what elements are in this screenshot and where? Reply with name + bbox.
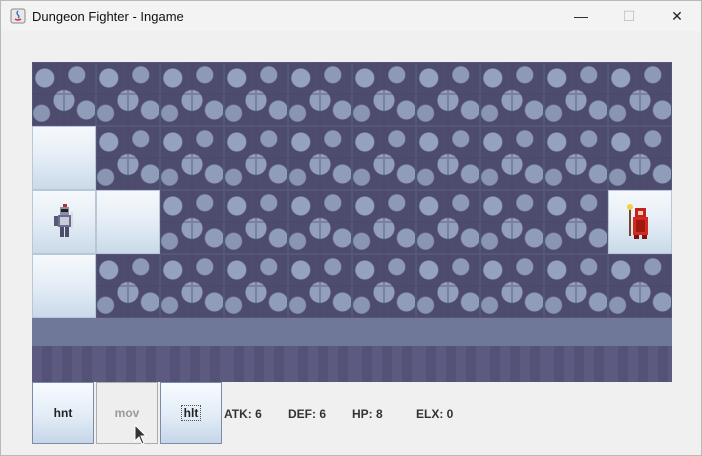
stone-tile [608, 126, 672, 190]
minimize-icon: — [574, 8, 588, 24]
stone-tile [160, 126, 224, 190]
stone-tile [544, 62, 608, 126]
elx-stat: ELX: 0 [416, 407, 454, 421]
stone-tile [96, 62, 160, 126]
wall-tile [288, 318, 352, 382]
floor-tile[interactable] [96, 190, 160, 254]
wall-tile [96, 318, 160, 382]
hp-stat: HP: 8 [352, 407, 383, 421]
wall-tile [608, 318, 672, 382]
stone-tile [160, 190, 224, 254]
close-icon: ✕ [671, 7, 683, 24]
stone-tile [352, 190, 416, 254]
maximize-button[interactable]: ☐ [605, 1, 653, 31]
stone-tile [224, 126, 288, 190]
stone-tile [96, 254, 160, 318]
stone-tile [32, 62, 96, 126]
wall-tile [416, 318, 480, 382]
stone-tile [352, 126, 416, 190]
stone-tile [480, 190, 544, 254]
wall-tile [352, 318, 416, 382]
wall-tile [544, 318, 608, 382]
stone-tile [480, 62, 544, 126]
halt-button[interactable]: hlt [160, 382, 222, 444]
floor-tile[interactable] [608, 190, 672, 254]
stone-tile [480, 126, 544, 190]
game-board[interactable] [32, 62, 672, 382]
stone-tile [544, 254, 608, 318]
maximize-icon: ☐ [622, 7, 636, 24]
stone-tile [288, 190, 352, 254]
stone-tile [416, 254, 480, 318]
mouse-cursor-icon [134, 424, 148, 445]
stone-tile [288, 62, 352, 126]
wall-tile [480, 318, 544, 382]
java-icon [10, 8, 26, 24]
window-title: Dungeon Fighter - Ingame [32, 8, 184, 24]
minimize-button[interactable]: — [557, 1, 605, 31]
stone-tile [160, 62, 224, 126]
stone-tile [352, 62, 416, 126]
atk-stat: ATK: 6 [224, 407, 262, 421]
wall-tile [224, 318, 288, 382]
stone-tile [608, 62, 672, 126]
move-button[interactable]: mov [96, 382, 158, 444]
stone-tile [544, 190, 608, 254]
move-button-label: mov [114, 406, 140, 420]
stone-tile [224, 190, 288, 254]
wall-tile [32, 318, 96, 382]
close-button[interactable]: ✕ [653, 1, 701, 31]
stone-tile [608, 254, 672, 318]
floor-tile[interactable] [32, 126, 96, 190]
hunt-button[interactable]: hnt [32, 382, 94, 444]
stone-tile [416, 126, 480, 190]
stone-tile [480, 254, 544, 318]
stone-tile [288, 126, 352, 190]
def-stat: DEF: 6 [288, 407, 327, 421]
stone-tile [224, 62, 288, 126]
stone-tile [352, 254, 416, 318]
halt-button-label: hlt [180, 405, 202, 421]
stone-tile [224, 254, 288, 318]
game-window: Dungeon Fighter - Ingame — ☐ ✕ hnt mov h… [0, 0, 702, 456]
stone-tile [544, 126, 608, 190]
title-bar[interactable]: Dungeon Fighter - Ingame — ☐ ✕ [1, 1, 701, 31]
floor-tile[interactable] [32, 190, 96, 254]
stone-tile [416, 190, 480, 254]
wall-tile [160, 318, 224, 382]
floor-tile[interactable] [32, 254, 96, 318]
hunt-button-label: hnt [53, 406, 73, 420]
stone-tile [288, 254, 352, 318]
stone-tile [416, 62, 480, 126]
stone-tile [160, 254, 224, 318]
stone-tile [96, 126, 160, 190]
